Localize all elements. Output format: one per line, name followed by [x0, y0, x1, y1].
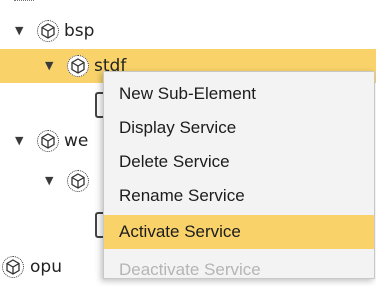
service-node-icon [37, 20, 59, 42]
service-node-icon [67, 170, 89, 192]
expand-toggle-icon[interactable]: ▼ [15, 14, 23, 48]
tree-connector [14, 0, 34, 5]
service-node-icon [67, 55, 89, 77]
tree-node-label: bsp [64, 21, 95, 41]
expand-toggle-icon[interactable]: ▼ [45, 164, 53, 198]
menu-item-display-service[interactable]: Display Service [104, 111, 374, 145]
menu-item-activate-service[interactable]: Activate Service [104, 215, 374, 249]
expand-toggle-icon[interactable]: ▼ [15, 124, 23, 158]
menu-item-delete-service[interactable]: Delete Service [104, 145, 374, 179]
tree-node-label: opu [30, 257, 62, 277]
service-node-icon [37, 130, 59, 152]
context-menu: New Sub-Element Display Service Delete S… [103, 71, 375, 279]
tree-node-bsp[interactable]: ▼ bsp [0, 14, 376, 48]
service-node-icon [2, 256, 24, 278]
expand-toggle-icon[interactable]: ▼ [45, 49, 53, 83]
tree-node-label: we [64, 131, 89, 151]
menu-item-rename-service[interactable]: Rename Service [104, 179, 374, 213]
menu-item-deactivate-service: Deactivate Service [119, 260, 261, 279]
menu-item-new-sub-element[interactable]: New Sub-Element [104, 77, 374, 111]
